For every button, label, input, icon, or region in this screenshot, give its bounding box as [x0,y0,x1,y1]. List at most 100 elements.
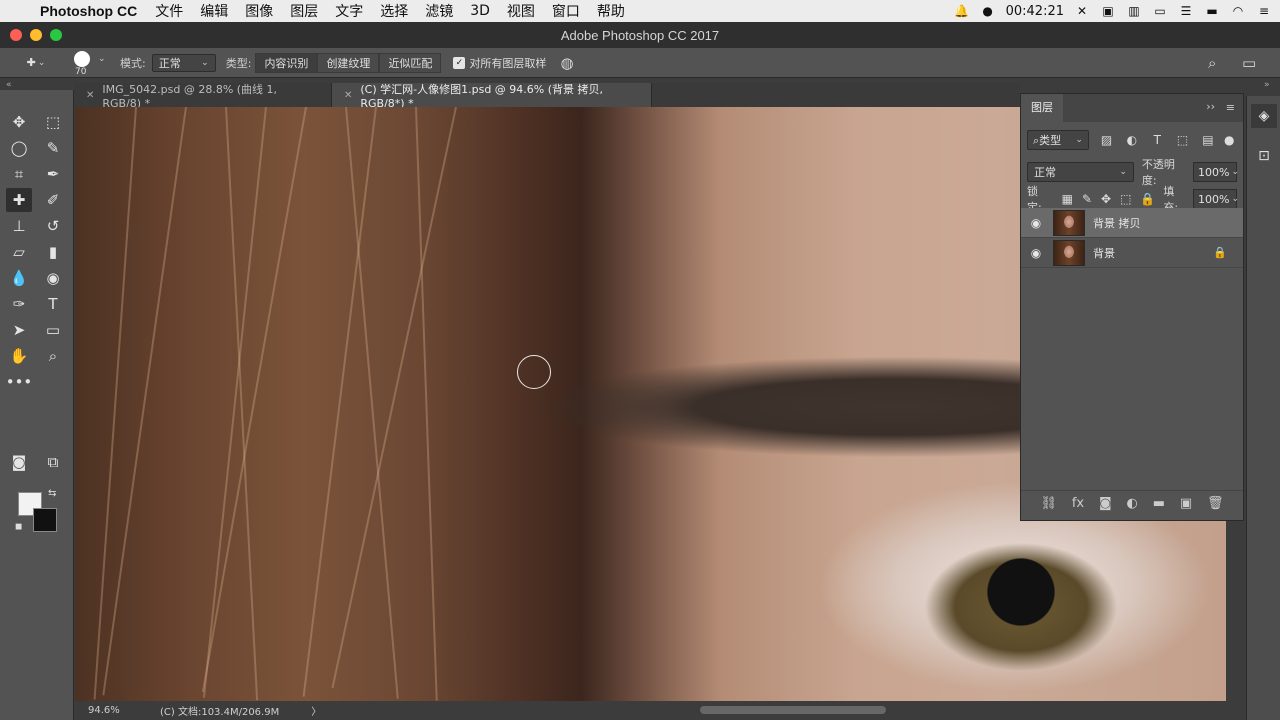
x-app-icon[interactable]: ✕ [1074,4,1090,18]
menu-layer[interactable]: 图层 [290,1,318,21]
artboard-lock-icon[interactable]: ⬚ [1120,192,1131,206]
adjustment-layer-icon[interactable]: ◐ [1126,496,1137,511]
crop-tool-icon[interactable]: ⌗ [6,162,32,186]
brush-picker[interactable]: 70 ⌄ [70,49,106,77]
menu-type[interactable]: 文字 [335,1,363,21]
new-layer-icon[interactable]: ▣ [1180,496,1192,511]
proximity-match-button[interactable]: 近似匹配 [379,52,442,73]
quick-select-tool-icon[interactable]: ✎ [40,136,66,160]
tool-preset-picker[interactable]: ✚ ⌄ [16,51,56,75]
menu-select[interactable]: 选择 [380,1,408,21]
opacity-field[interactable]: 100% ⌄ [1193,162,1239,182]
default-colors-icon[interactable]: ◼ [15,522,22,532]
wifi-icon[interactable]: ◠ [1230,4,1246,18]
layer-name[interactable]: 背景 拷贝 [1093,215,1141,231]
window-minimize-button[interactable] [30,29,42,41]
clock[interactable]: 00:42:21 [1006,4,1064,19]
content-aware-button[interactable]: 内容识别 [255,52,318,73]
sponge-tool-icon[interactable]: ◉ [40,266,66,290]
smart-object-filter-icon[interactable]: ▤ [1200,132,1215,148]
visibility-eye-icon[interactable]: ◉ [1021,216,1051,230]
collapse-left-icon[interactable]: « [6,80,12,90]
pixel-filter-icon[interactable]: ▨ [1099,132,1114,148]
history-brush-tool-icon[interactable]: ↺ [40,214,66,238]
type-filter-icon[interactable]: T [1150,132,1165,148]
tab-layers[interactable]: 图层 [1021,94,1063,122]
lock-all-icon[interactable]: 🔒 [1140,192,1155,206]
spot-healing-tool-icon[interactable]: ✚ [6,188,32,212]
more-tools-icon[interactable]: ••• [6,370,33,394]
tab-portrait-retouch[interactable]: ✕ (C) 学汇网-人像修图1.psd @ 94.6% (背景 拷贝, RGB/… [332,83,652,110]
new-group-icon[interactable]: ▬ [1153,496,1165,511]
sample-all-layers-checkbox[interactable]: ✓ [453,56,466,69]
recorder-icon[interactable]: ● [980,4,996,18]
background-color-swatch[interactable] [33,508,57,532]
blur-tool-icon[interactable]: 💧 [6,266,32,290]
app-menu[interactable]: Photoshop CC [40,3,137,19]
adjustment-filter-icon[interactable]: ◐ [1124,132,1139,148]
fx-icon[interactable]: fx [1072,496,1084,511]
close-icon[interactable]: ✕ [86,90,94,101]
eyedropper-tool-icon[interactable]: ✒ [40,162,66,186]
layer-name[interactable]: 背景 [1093,245,1115,261]
battery-icon[interactable]: ▬ [1204,4,1220,18]
layer-row-background[interactable]: ◉ 背景 🔒 [1021,238,1243,268]
type-tool-icon[interactable]: T [40,292,66,316]
path-select-tool-icon[interactable]: ➤ [6,318,32,342]
menu-file[interactable]: 文件 [155,1,183,21]
menu-help[interactable]: 帮助 [597,1,625,21]
move-tool-icon[interactable]: ✥ [6,110,32,134]
collapse-right-icon[interactable]: » [1264,80,1270,90]
control-center-icon[interactable]: ≡ [1256,4,1272,18]
hand-tool-icon[interactable]: ✋ [6,344,32,368]
menu-image[interactable]: 图像 [245,1,273,21]
layers-panel-icon[interactable]: ◈ [1251,104,1277,128]
pen-tool-icon[interactable]: ✑ [6,292,32,316]
layer-filter-select[interactable]: ⌕类型 ⌄ [1027,130,1089,150]
shape-filter-icon[interactable]: ⬚ [1175,132,1190,148]
menu-3d[interactable]: 3D [470,3,490,19]
quick-mask-icon[interactable]: ◙ [6,450,32,474]
display-icon[interactable]: ▭ [1152,4,1168,18]
close-icon[interactable]: ✕ [344,90,352,101]
add-mask-icon[interactable]: ◙ [1099,496,1112,511]
fill-field[interactable]: 100% ⌄ [1192,189,1239,209]
workspace-icon[interactable]: ▭ [1242,54,1256,72]
filter-toggle-icon[interactable]: ● [1222,132,1237,148]
window-close-button[interactable] [10,29,22,41]
lock-position-icon[interactable]: ✥ [1101,192,1111,206]
visibility-eye-icon[interactable]: ◉ [1021,246,1051,260]
menu-window[interactable]: 窗口 [552,1,580,21]
libraries-icon[interactable]: ⊡ [1251,144,1277,168]
screen-mode-icon[interactable]: ⧉ [40,450,66,474]
search-icon[interactable]: ⌕ [1208,54,1216,72]
swap-colors-icon[interactable]: ⇆ [48,488,56,499]
create-texture-button[interactable]: 创建纹理 [317,52,380,73]
marquee-tool-icon[interactable]: ⬚ [40,110,66,134]
layer-row-background-copy[interactable]: ◉ 背景 拷贝 [1021,208,1243,238]
mode-select[interactable]: 正常 ⌄ [151,53,216,72]
blend-mode-select[interactable]: 正常 ⌄ [1027,162,1134,182]
tab-img5042[interactable]: ✕ IMG_5042.psd @ 28.8% (曲线 1, RGB/8) * [74,83,332,110]
eraser-tool-icon[interactable]: ▱ [6,240,32,264]
clipboard-icon[interactable]: ▣ [1100,4,1116,18]
brush-tool-icon[interactable]: ✐ [40,188,66,212]
sidebar-icon[interactable]: ▥ [1126,4,1142,18]
link-layers-icon[interactable]: ⛓ [1040,496,1057,511]
notification-bell-icon[interactable]: 🔔 [954,4,970,18]
menu-extra-icon[interactable]: ☰ [1178,4,1194,18]
panel-menu-icon[interactable]: ≡ [1226,101,1235,114]
status-menu-arrow[interactable]: 〉 [311,703,321,718]
lasso-tool-icon[interactable]: ◯ [6,136,32,160]
trash-icon[interactable]: 🗑 [1207,496,1224,511]
window-zoom-button[interactable] [50,29,62,41]
stamp-tool-icon[interactable]: ⊥ [6,214,32,238]
rectangle-tool-icon[interactable]: ▭ [40,318,66,342]
menu-filter[interactable]: 滤镜 [425,1,453,21]
collapse-panel-icon[interactable]: ›› [1206,100,1215,113]
menu-view[interactable]: 视图 [507,1,535,21]
menu-edit[interactable]: 编辑 [200,1,228,21]
pressure-icon[interactable]: ◍ [560,54,573,72]
horizontal-scrollbar[interactable] [700,706,886,714]
lock-transparent-icon[interactable]: ▦ [1062,192,1073,206]
